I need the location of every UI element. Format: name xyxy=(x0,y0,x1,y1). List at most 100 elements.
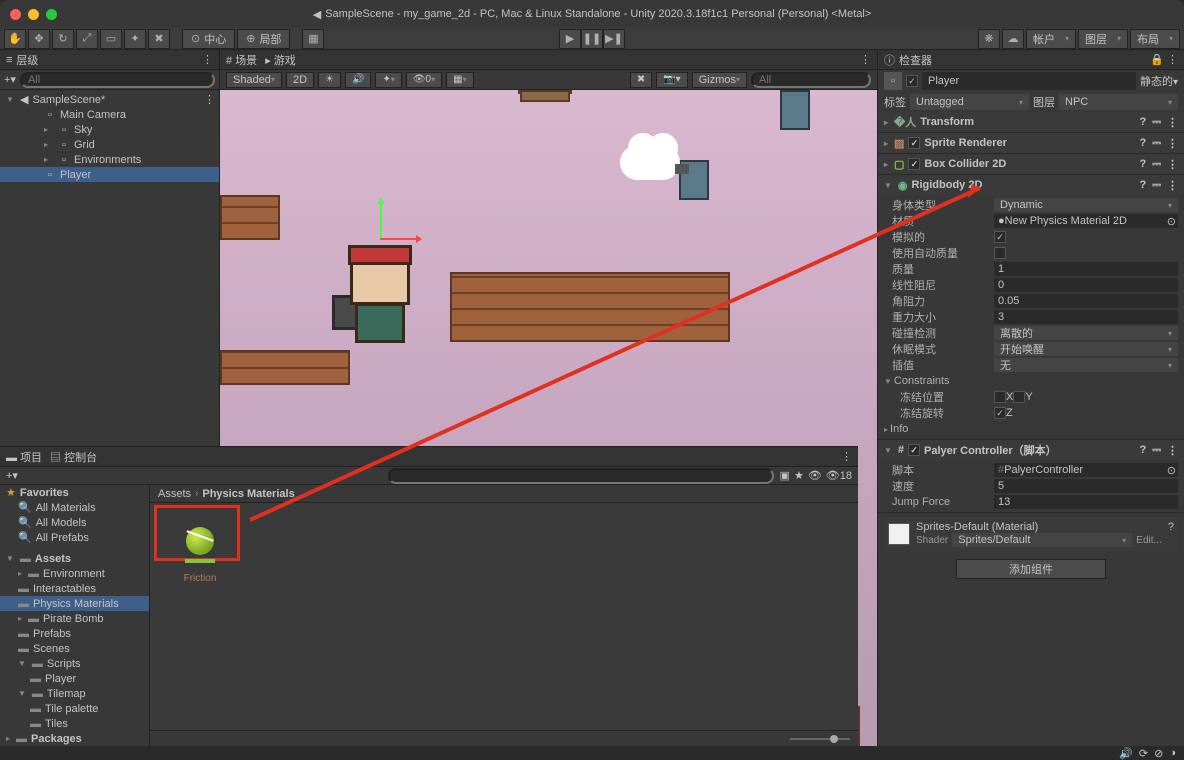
sr-enabled[interactable]: ✓ xyxy=(908,137,920,149)
breadcrumb[interactable]: Assets › Physics Materials xyxy=(150,485,858,503)
hierarchy-tab[interactable]: ≡ 层级⋮ xyxy=(0,50,219,70)
rect-tool[interactable]: ▭ xyxy=(100,29,122,49)
tool-icon[interactable]: ✖ xyxy=(630,72,652,88)
simulated-checkbox[interactable]: ✓ xyxy=(994,231,1006,243)
folder-item[interactable]: ▬Tile palette xyxy=(0,701,149,716)
project-tab[interactable]: ▬ 项目 xyxy=(6,449,42,465)
snap-tool[interactable]: ▦ xyxy=(302,29,324,49)
hidden-icon[interactable]: 👁 xyxy=(808,469,822,482)
transform-tool[interactable]: ✦ xyxy=(124,29,146,49)
hierarchy-item-selected[interactable]: ▫Player xyxy=(0,167,219,182)
favorite-item[interactable]: 🔍All Models xyxy=(0,515,149,530)
player-character[interactable] xyxy=(330,245,430,355)
help-icon[interactable]: ? xyxy=(1139,116,1146,129)
game-tab[interactable]: ▸ 游戏 xyxy=(265,52,296,68)
layout-dropdown[interactable]: 布局 xyxy=(1130,29,1180,49)
hidden-toggle[interactable]: 👁0 xyxy=(406,72,442,88)
status-icon[interactable]: ◑ xyxy=(1169,747,1176,759)
box-collider-header[interactable]: ▸▢ ✓ Box Collider 2D?⎓⋮ xyxy=(878,154,1184,174)
collision-dropdown[interactable]: 离散的 xyxy=(994,326,1178,340)
freeze-y-checkbox[interactable] xyxy=(1013,391,1025,403)
status-icon[interactable]: ⊘ xyxy=(1154,747,1163,760)
asset-tile[interactable]: Friction xyxy=(160,513,240,584)
account-dropdown[interactable]: 帐户 xyxy=(1026,29,1076,49)
help-icon[interactable]: ? xyxy=(1168,521,1174,533)
bc-enabled[interactable]: ✓ xyxy=(908,158,920,170)
rotate-tool[interactable]: ↻ xyxy=(52,29,74,49)
step-button[interactable]: ▶❚ xyxy=(603,29,625,49)
freeze-z-checkbox[interactable]: ✓ xyxy=(994,407,1006,419)
create-asset-icon[interactable]: +▾ xyxy=(6,469,18,482)
pause-button[interactable]: ❚❚ xyxy=(581,29,603,49)
hierarchy-item[interactable]: ▸▫Environments xyxy=(0,152,219,167)
scale-tool[interactable]: ⤢ xyxy=(76,29,98,49)
folder-item[interactable]: ▸▬Pirate Bomb xyxy=(0,611,149,626)
fx-toggle[interactable]: ✦ xyxy=(375,72,401,88)
linear-drag-field[interactable]: 0 xyxy=(994,278,1178,292)
shader-dropdown[interactable]: Sprites/Default xyxy=(952,533,1132,547)
player-controller-header[interactable]: ▼# ✓ Palyer Controller（脚本）?⎓⋮ xyxy=(878,440,1184,460)
rigidbody-header[interactable]: ▼◉ Rigidbody 2D?⎓⋮ xyxy=(878,175,1184,195)
custom-tool[interactable]: ✖ xyxy=(148,29,170,49)
create-icon[interactable]: +▾ xyxy=(4,73,16,86)
favorite-item[interactable]: 🔍All Materials xyxy=(0,500,149,515)
play-button[interactable]: ▶ xyxy=(559,29,581,49)
preset-icon[interactable]: ⎓ xyxy=(1152,116,1161,129)
jump-field[interactable]: 13 xyxy=(994,495,1178,509)
active-checkbox[interactable]: ✓ xyxy=(906,75,918,87)
size-slider[interactable] xyxy=(790,738,850,740)
collab-icon[interactable]: ❋ xyxy=(978,29,1000,49)
material-section[interactable]: Sprites-Default (Material) ShaderSprites… xyxy=(884,517,1178,551)
move-tool[interactable]: ✥ xyxy=(28,29,50,49)
edit-button[interactable]: Edit... xyxy=(1136,535,1162,546)
auto-mass-checkbox[interactable] xyxy=(994,247,1006,259)
layers-dropdown[interactable]: 图层 xyxy=(1078,29,1128,49)
filter-icon[interactable]: ▣ xyxy=(780,469,790,482)
folder-item[interactable]: ▼▬Scripts xyxy=(0,656,149,671)
inspector-tab[interactable]: ⓘ 检查器🔒 ⋮ xyxy=(878,50,1184,70)
status-icon[interactable]: ⟳ xyxy=(1139,747,1148,760)
pivot-toggle[interactable]: ⊙中心 xyxy=(182,29,235,49)
pc-enabled[interactable]: ✓ xyxy=(908,444,920,456)
assets-folder[interactable]: ▼▬Assets xyxy=(0,551,149,566)
hierarchy-item[interactable]: ▸▫Sky xyxy=(0,122,219,137)
folder-item[interactable]: ▬Player xyxy=(0,671,149,686)
folder-item[interactable]: ▼▬Tilemap xyxy=(0,686,149,701)
gizmos-dropdown[interactable]: Gizmos xyxy=(692,72,747,88)
info-label[interactable]: Info xyxy=(890,423,1000,435)
scene-root[interactable]: ▼◀ SampleScene*⋮ xyxy=(0,92,219,107)
folder-item[interactable]: ▬Scenes xyxy=(0,641,149,656)
transform-component-header[interactable]: ▸�人 Transform?⎓⋮ xyxy=(878,112,1184,132)
console-tab[interactable]: ▤ 控制台 xyxy=(50,449,97,465)
folder-item[interactable]: ▸▬Environment xyxy=(0,566,149,581)
hierarchy-search[interactable] xyxy=(20,72,215,88)
sprite-renderer-header[interactable]: ▸▨ ✓ Sprite Renderer?⎓⋮ xyxy=(878,133,1184,153)
mass-field[interactable]: 1 xyxy=(994,262,1178,276)
favorites-folder[interactable]: ★Favorites xyxy=(0,485,149,500)
interpolate-dropdown[interactable]: 无 xyxy=(994,358,1178,372)
layer-dropdown[interactable]: NPC xyxy=(1059,94,1178,110)
gravity-field[interactable]: 3 xyxy=(994,310,1178,324)
status-icon[interactable]: 🔊 xyxy=(1119,747,1133,760)
lighting-toggle[interactable]: ☀ xyxy=(318,72,341,88)
favorite-icon[interactable]: ★ xyxy=(794,469,804,482)
camera-icon[interactable]: 📷▾ xyxy=(656,72,687,88)
hierarchy-item[interactable]: ▫Main Camera xyxy=(0,107,219,122)
2d-toggle[interactable]: 2D xyxy=(286,72,314,88)
add-component-button[interactable]: 添加组件 xyxy=(956,559,1106,579)
space-toggle[interactable]: ⊕局部 xyxy=(237,29,290,49)
audio-toggle[interactable]: 🔊 xyxy=(345,72,371,88)
project-search[interactable] xyxy=(388,468,774,484)
folder-item-selected[interactable]: ▬Physics Materials xyxy=(0,596,149,611)
material-field[interactable]: ●New Physics Material 2D⊙ xyxy=(994,214,1178,228)
sleep-dropdown[interactable]: 开始唤醒 xyxy=(994,342,1178,356)
menu-icon[interactable]: ⋮ xyxy=(1167,116,1178,129)
folder-item[interactable]: ▬Interactables xyxy=(0,581,149,596)
hierarchy-item[interactable]: ▸▫Grid xyxy=(0,137,219,152)
cloud-icon[interactable]: ☁ xyxy=(1002,29,1024,49)
freeze-x-checkbox[interactable] xyxy=(994,391,1006,403)
hand-tool[interactable]: ✋ xyxy=(4,29,26,49)
scene-search[interactable] xyxy=(751,72,871,88)
shaded-dropdown[interactable]: Shaded xyxy=(226,72,282,88)
packages-folder[interactable]: ▸▬Packages xyxy=(0,731,149,746)
